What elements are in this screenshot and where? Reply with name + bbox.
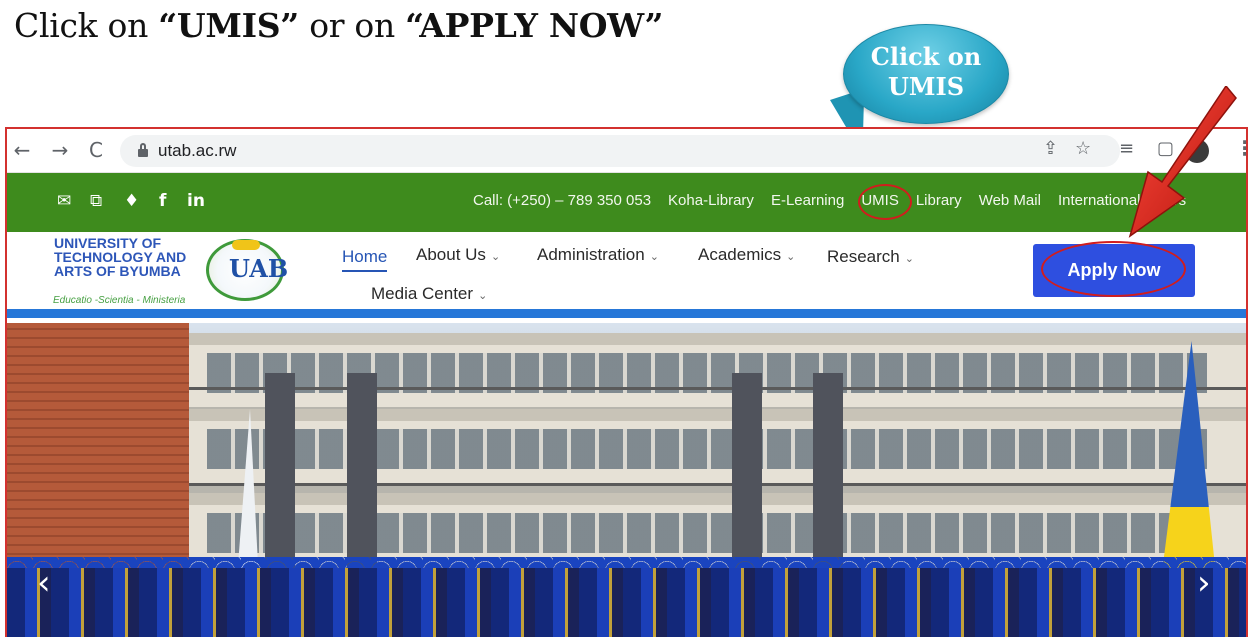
nav-about-us-label: About Us (416, 245, 486, 264)
nav-administration[interactable]: Administration ⌄ (537, 245, 659, 265)
topbar-link-web-mail[interactable]: Web Mail (979, 192, 1041, 209)
nav-home-label: Home (342, 247, 388, 266)
chevron-down-icon: ⌄ (478, 289, 488, 302)
share-icon[interactable]: ⇪ (1043, 138, 1058, 159)
instruction-heading: Click on “UMIS” or on “APPLY NOW” (14, 6, 664, 45)
lock-icon (138, 143, 148, 157)
logo-line-1: UNIVERSITY OF (54, 235, 162, 251)
reload-icon[interactable]: C (83, 137, 109, 163)
browser-toolbar: ← → C utab.ac.rw ⇪ ☆ ≡ ▢ ⋮ (7, 129, 1246, 173)
university-logo-text[interactable]: UNIVERSITY OF TECHNOLOGY AND ARTS OF BYU… (54, 236, 186, 278)
address-bar[interactable]: utab.ac.rw (120, 135, 1120, 167)
facebook-icon[interactable]: f (159, 191, 166, 211)
url-text: utab.ac.rw (158, 141, 237, 160)
nav-media-center-label: Media Center (371, 284, 474, 303)
nav-home[interactable]: Home (342, 247, 388, 272)
hero-photo: ‹ › (7, 323, 1246, 637)
chevron-down-icon: ⌄ (649, 250, 659, 263)
topbar-links: Call: (+250) – 789 350 053 Koha-Library … (473, 192, 1203, 209)
carousel-prev-icon[interactable]: ‹ (37, 563, 51, 603)
website-screenshot: ← → C utab.ac.rw ⇪ ☆ ≡ ▢ ⋮ ✉ ⧉ ♦ f in Ca… (5, 127, 1248, 637)
forward-icon[interactable]: → (47, 137, 73, 163)
callout-text: Click on UMIS (843, 42, 1009, 102)
instruction-umis: “UMIS” (158, 6, 299, 45)
instruction-apply: “APPLY NOW” (405, 6, 664, 45)
twitter-icon[interactable]: ♦ (124, 191, 139, 211)
seal-crown (232, 240, 260, 250)
seal-initials: UAB (229, 254, 289, 283)
external-link-icon[interactable]: ⧉ (90, 191, 102, 211)
instruction-prefix: Click on (14, 6, 159, 45)
nav-administration-label: Administration (537, 245, 645, 264)
chevron-down-icon: ⌄ (786, 250, 796, 263)
red-arrow-icon (1128, 86, 1237, 238)
nav-research[interactable]: Research ⌄ (827, 247, 914, 267)
umis-annotation-circle (858, 184, 912, 220)
roof-slab (189, 333, 1246, 345)
callout-line-1: Click on (870, 42, 982, 71)
topbar-phone: Call: (+250) – 789 350 053 (473, 192, 652, 209)
nav-academics[interactable]: Academics ⌄ (698, 245, 795, 265)
instruction-middle: or on (299, 6, 406, 45)
university-motto: Educatio -Scientia - Ministeria (53, 295, 186, 306)
topbar-link-library[interactable]: Library (916, 192, 962, 209)
chevron-down-icon: ⌄ (490, 250, 501, 263)
arrow-shape (1128, 86, 1237, 238)
nav-about-us[interactable]: About Us ⌄ (416, 245, 500, 265)
mail-icon[interactable]: ✉ (57, 191, 71, 211)
chevron-down-icon: ⌄ (904, 252, 914, 265)
carousel-next-icon[interactable]: › (1197, 563, 1211, 603)
callout-line-2: UMIS (887, 72, 965, 101)
site-topbar: ✉ ⧉ ♦ f in Call: (+250) – 789 350 053 Ko… (7, 173, 1246, 232)
nav-media-center[interactable]: Media Center ⌄ (371, 284, 487, 304)
logo-line-2: TECHNOLOGY AND (54, 249, 187, 265)
nav-research-label: Research (827, 247, 900, 266)
topbar-link-e-learning[interactable]: E-Learning (771, 192, 844, 209)
topbar-link-koha-library[interactable]: Koha-Library (668, 192, 754, 209)
logo-line-3: ARTS OF BYUMBA (54, 263, 181, 279)
apply-annotation-circle (1041, 241, 1186, 297)
linkedin-icon[interactable]: in (187, 191, 205, 211)
star-icon[interactable]: ☆ (1075, 138, 1091, 159)
back-icon[interactable]: ← (9, 137, 35, 163)
header-divider-stripe (7, 309, 1246, 318)
graduates-crowd (7, 568, 1246, 637)
nav-academics-label: Academics (698, 245, 782, 264)
site-header: UNIVERSITY OF TECHNOLOGY AND ARTS OF BYU… (7, 232, 1246, 309)
